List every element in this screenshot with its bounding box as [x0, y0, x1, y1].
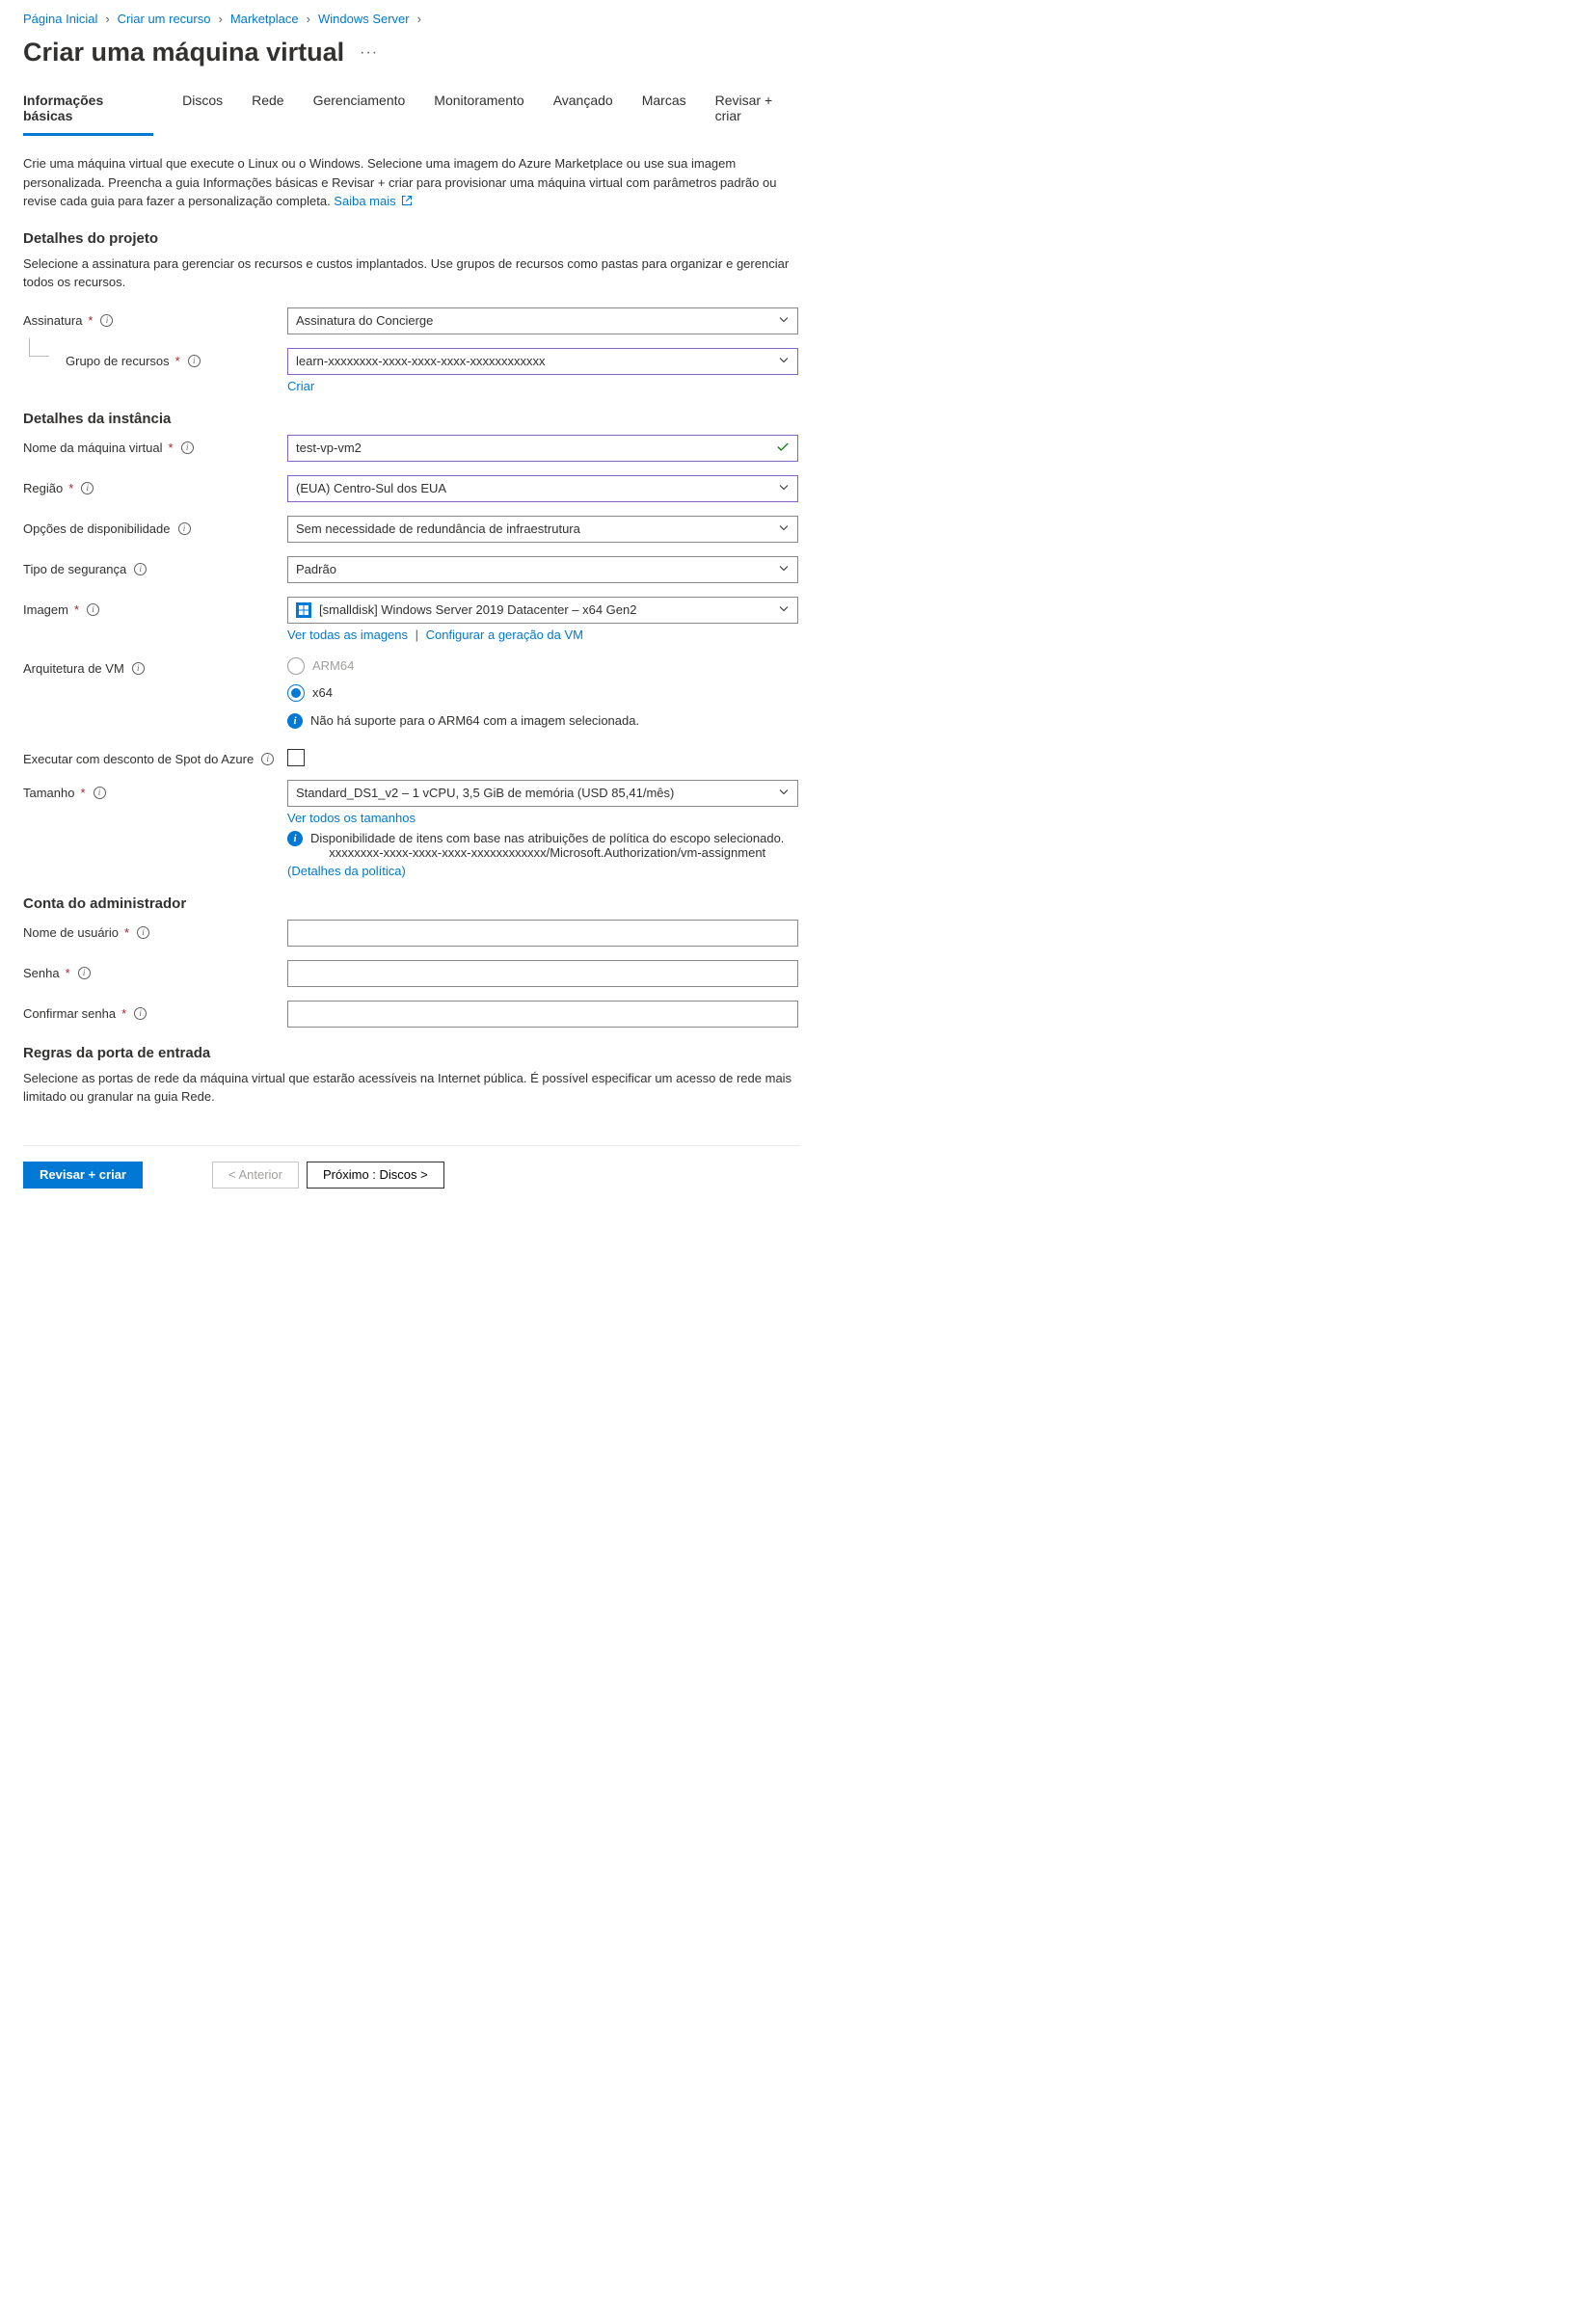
- check-icon: [776, 440, 790, 456]
- username-label: Nome de usuário* i: [23, 920, 287, 940]
- breadcrumb-create-resource[interactable]: Criar um recurso: [118, 12, 211, 26]
- subscription-label: Assinatura* i: [23, 307, 287, 328]
- info-icon: i: [287, 713, 303, 729]
- review-create-button[interactable]: Revisar + criar: [23, 1162, 143, 1189]
- section-project-desc: Selecione a assinatura para gerenciar os…: [23, 254, 800, 292]
- resource-group-select[interactable]: learn-xxxxxxxx-xxxx-xxxx-xxxx-xxxxxxxxxx…: [287, 348, 798, 375]
- info-icon: i: [287, 831, 303, 846]
- info-icon[interactable]: i: [78, 967, 91, 979]
- region-label: Região* i: [23, 475, 287, 495]
- section-admin-heading: Conta do administrador: [23, 895, 800, 912]
- password-input[interactable]: [287, 960, 798, 987]
- chevron-down-icon: [778, 481, 790, 495]
- tab-review[interactable]: Revisar + criar: [715, 87, 800, 136]
- tab-tags[interactable]: Marcas: [642, 87, 686, 136]
- see-all-sizes-link[interactable]: Ver todos os tamanhos: [287, 811, 416, 825]
- section-ports-heading: Regras da porta de entrada: [23, 1045, 800, 1061]
- image-select[interactable]: [smalldisk] Windows Server 2019 Datacent…: [287, 597, 798, 624]
- see-all-images-link[interactable]: Ver todas as imagens: [287, 628, 408, 642]
- image-label: Imagem* i: [23, 597, 287, 617]
- chevron-down-icon: [778, 602, 790, 617]
- subscription-select[interactable]: Assinatura do Concierge: [287, 307, 798, 334]
- section-project-heading: Detalhes do projeto: [23, 230, 800, 247]
- chevron-down-icon: [778, 562, 790, 576]
- spot-label: Executar com desconto de Spot do Azure i: [23, 746, 287, 766]
- learn-more-link[interactable]: Saiba mais: [334, 194, 413, 208]
- chevron-right-icon: ›: [307, 12, 310, 26]
- tab-basics[interactable]: Informações básicas: [23, 87, 153, 136]
- info-icon[interactable]: i: [100, 314, 113, 327]
- arch-note: Não há suporte para o ARM64 com a imagem…: [310, 713, 639, 728]
- windows-icon: [296, 602, 311, 618]
- section-instance-heading: Detalhes da instância: [23, 411, 800, 427]
- tab-monitoring[interactable]: Monitoramento: [434, 87, 523, 136]
- info-icon[interactable]: i: [134, 563, 147, 575]
- policy-details-link[interactable]: (Detalhes da política): [287, 864, 406, 878]
- availability-label: Opções de disponibilidade i: [23, 516, 287, 536]
- section-ports-desc: Selecione as portas de rede da máquina v…: [23, 1069, 800, 1107]
- password-label: Senha* i: [23, 960, 287, 980]
- chevron-right-icon: ›: [417, 12, 421, 26]
- info-icon[interactable]: i: [94, 787, 106, 799]
- info-icon[interactable]: i: [261, 753, 274, 765]
- size-label: Tamanho* i: [23, 780, 287, 800]
- info-icon[interactable]: i: [132, 662, 145, 675]
- tab-network[interactable]: Rede: [252, 87, 283, 136]
- breadcrumb-home[interactable]: Página Inicial: [23, 12, 97, 26]
- configure-generation-link[interactable]: Configurar a geração da VM: [426, 628, 583, 642]
- info-icon[interactable]: i: [188, 355, 201, 367]
- chevron-down-icon: [778, 786, 790, 800]
- security-type-label: Tipo de segurança i: [23, 556, 287, 576]
- info-icon[interactable]: i: [178, 522, 191, 535]
- vm-name-input[interactable]: test-vp-vm2: [287, 435, 798, 462]
- info-icon[interactable]: i: [134, 1007, 147, 1020]
- confirm-password-label: Confirmar senha* i: [23, 1001, 287, 1021]
- breadcrumb-windows-server[interactable]: Windows Server: [318, 12, 410, 26]
- footer-actions: Revisar + criar < Anterior Próximo : Dis…: [23, 1145, 800, 1208]
- chevron-right-icon: ›: [218, 12, 222, 26]
- arch-x64-radio[interactable]: x64: [287, 684, 798, 702]
- chevron-down-icon: [778, 354, 790, 368]
- chevron-right-icon: ›: [105, 12, 109, 26]
- info-icon[interactable]: i: [87, 603, 99, 616]
- region-select[interactable]: (EUA) Centro-Sul dos EUA: [287, 475, 798, 502]
- arch-arm64-radio: ARM64: [287, 657, 798, 675]
- architecture-label: Arquitetura de VM i: [23, 655, 287, 676]
- size-select[interactable]: Standard_DS1_v2 – 1 vCPU, 3,5 GiB de mem…: [287, 780, 798, 807]
- previous-button: < Anterior: [212, 1162, 299, 1189]
- info-icon[interactable]: i: [81, 482, 94, 494]
- tabs: Informações básicas Discos Rede Gerencia…: [23, 87, 800, 137]
- next-button[interactable]: Próximo : Discos >: [307, 1162, 444, 1189]
- spot-checkbox[interactable]: [287, 749, 305, 766]
- page-title: Criar uma máquina virtual: [23, 38, 344, 67]
- intro-text: Crie uma máquina virtual que execute o L…: [23, 154, 800, 211]
- username-input[interactable]: [287, 920, 798, 947]
- info-icon[interactable]: i: [137, 926, 149, 939]
- tab-advanced[interactable]: Avançado: [553, 87, 613, 136]
- size-policy-note: Disponibilidade de itens com base nas at…: [310, 831, 784, 860]
- external-link-icon: [401, 193, 413, 204]
- chevron-down-icon: [778, 521, 790, 536]
- breadcrumb-marketplace[interactable]: Marketplace: [230, 12, 299, 26]
- confirm-password-input[interactable]: [287, 1001, 798, 1028]
- create-new-rg-link[interactable]: Criar: [287, 379, 314, 393]
- breadcrumb: Página Inicial › Criar um recurso › Mark…: [23, 0, 800, 32]
- tab-management[interactable]: Gerenciamento: [313, 87, 406, 136]
- security-type-select[interactable]: Padrão: [287, 556, 798, 583]
- info-icon[interactable]: i: [181, 441, 194, 454]
- chevron-down-icon: [778, 313, 790, 328]
- more-menu-icon[interactable]: ···: [360, 44, 378, 62]
- resource-group-label: Grupo de recursos* i: [23, 348, 287, 368]
- availability-select[interactable]: Sem necessidade de redundância de infrae…: [287, 516, 798, 543]
- tab-disks[interactable]: Discos: [182, 87, 223, 136]
- vm-name-label: Nome da máquina virtual* i: [23, 435, 287, 455]
